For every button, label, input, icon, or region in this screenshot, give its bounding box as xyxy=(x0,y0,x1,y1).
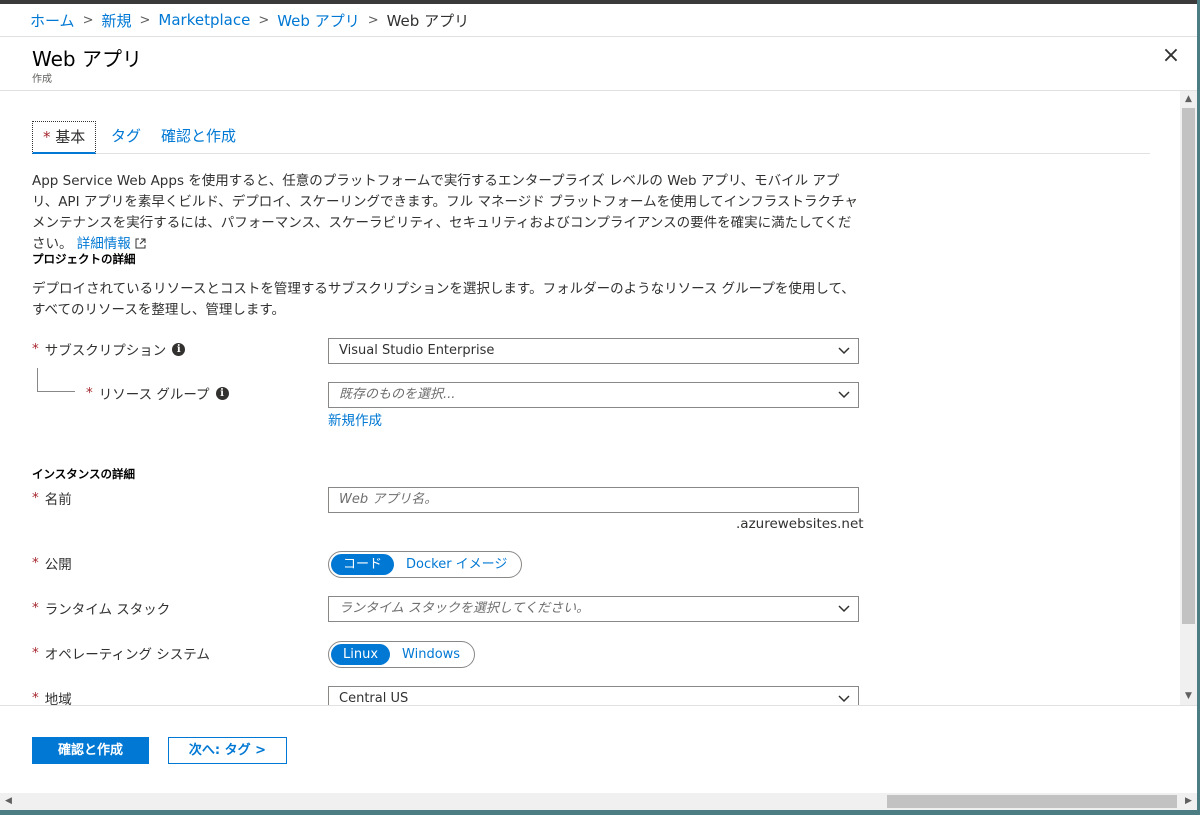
os-option-windows[interactable]: Windows xyxy=(390,644,472,665)
project-details-heading: プロジェクトの詳細 xyxy=(32,252,136,266)
web-app-name-input[interactable]: Web アプリ名。 xyxy=(328,487,859,513)
resource-group-label: * リソース グループ i xyxy=(86,383,229,403)
region-label: * 地域 xyxy=(32,690,72,705)
required-marker: * xyxy=(32,645,39,661)
intro-paragraph: App Service Web Apps を使用すると、任意のプラットフォームで… xyxy=(32,171,862,255)
intro-text: App Service Web Apps を使用すると、任意のプラットフォームで… xyxy=(32,173,858,252)
required-marker: * xyxy=(86,385,93,401)
required-marker: * xyxy=(32,690,39,705)
name-label: * 名前 xyxy=(32,490,72,508)
resource-group-dropdown[interactable]: 既存のものを選択... xyxy=(328,382,859,408)
vertical-scrollbar[interactable]: ▲ ▼ xyxy=(1180,91,1197,705)
review-create-button[interactable]: 確認と作成 xyxy=(32,737,149,764)
scroll-left-icon[interactable]: ◀ xyxy=(0,793,17,810)
publish-option-docker[interactable]: Docker イメージ xyxy=(394,554,519,575)
breadcrumb-marketplace[interactable]: Marketplace xyxy=(158,11,250,29)
tab-tags[interactable]: タグ xyxy=(111,121,141,154)
project-description: デプロイされているリソースとコストを管理するサブスクリプションを選択します。フォ… xyxy=(32,281,855,318)
scroll-down-icon[interactable]: ▼ xyxy=(1180,688,1197,705)
learn-more-link[interactable]: 詳細情報 xyxy=(77,236,146,252)
publish-label: * 公開 xyxy=(32,555,72,573)
runtime-stack-label: * ランタイム スタック xyxy=(32,600,171,618)
desktop-background-edge xyxy=(0,810,1200,815)
region-dropdown[interactable]: Central US xyxy=(328,686,859,705)
breadcrumb-current: Web アプリ xyxy=(386,11,470,30)
next-tags-button[interactable]: 次へ: タグ > xyxy=(168,737,287,764)
breadcrumb-new[interactable]: 新規 xyxy=(101,10,131,31)
breadcrumb-separator: > xyxy=(139,12,151,28)
instance-details-heading: インスタンスの詳細 xyxy=(32,467,136,481)
breadcrumb: ホーム > 新規 > Marketplace > Web アプリ > Web ア… xyxy=(0,4,1197,37)
publish-option-code[interactable]: コード xyxy=(331,554,395,575)
tab-bar: * 基本 タグ 確認と作成 xyxy=(32,121,1150,154)
subscription-value: Visual Studio Enterprise xyxy=(339,343,495,358)
chevron-down-icon xyxy=(838,687,850,703)
runtime-stack-dropdown[interactable]: ランタイム スタックを選択してください。 xyxy=(328,596,859,622)
os-option-linux[interactable]: Linux xyxy=(331,644,391,665)
breadcrumb-home[interactable]: ホーム xyxy=(30,10,75,31)
page-subtitle: 作成 xyxy=(32,74,52,85)
action-footer: 確認と作成 次へ: タグ > xyxy=(0,705,1197,793)
chevron-down-icon xyxy=(838,383,850,399)
scroll-up-icon[interactable]: ▲ xyxy=(1180,91,1197,108)
breadcrumb-web-app[interactable]: Web アプリ xyxy=(277,10,359,31)
tab-basics[interactable]: * 基本 xyxy=(32,121,97,154)
breadcrumb-separator: > xyxy=(258,12,270,28)
chevron-down-icon xyxy=(838,597,850,613)
publish-toggle: コード Docker イメージ xyxy=(328,551,523,578)
page-title: Web アプリ xyxy=(32,47,142,71)
required-marker: * xyxy=(32,341,39,357)
info-icon[interactable]: i xyxy=(172,342,186,356)
subscription-dropdown[interactable]: Visual Studio Enterprise xyxy=(328,338,859,364)
required-marker: * xyxy=(32,555,39,571)
info-icon[interactable]: i xyxy=(215,386,229,400)
scrollbar-thumb[interactable] xyxy=(1182,108,1195,624)
resource-group-placeholder: 既存のものを選択... xyxy=(339,387,456,402)
close-icon[interactable]: × xyxy=(1159,44,1183,68)
runtime-stack-placeholder: ランタイム スタックを選択してください。 xyxy=(339,601,590,616)
tree-connector xyxy=(37,391,75,392)
region-value: Central US xyxy=(339,691,409,705)
os-label: * オペレーティング システム xyxy=(32,645,210,663)
tree-connector xyxy=(37,368,38,391)
external-link-icon xyxy=(135,238,146,249)
scroll-right-icon[interactable]: ▶ xyxy=(1180,793,1197,810)
os-toggle: Linux Windows xyxy=(328,641,476,668)
scrollbar-thumb[interactable] xyxy=(887,795,1177,808)
domain-suffix: .azurewebsites.net xyxy=(736,516,864,532)
breadcrumb-separator: > xyxy=(367,12,379,28)
chevron-down-icon xyxy=(838,339,850,355)
subscription-label: * サブスクリプション i xyxy=(32,339,186,359)
horizontal-scrollbar[interactable]: ◀ ▶ xyxy=(0,793,1197,810)
tab-review-create[interactable]: 確認と作成 xyxy=(161,121,236,154)
create-new-link[interactable]: 新規作成 xyxy=(328,409,382,429)
form-content: * 基本 タグ 確認と作成 App Service Web Apps を使用する… xyxy=(0,91,1180,705)
required-marker: * xyxy=(43,128,51,146)
blade-header: Web アプリ 作成 × xyxy=(0,38,1197,90)
tab-basics-label: 基本 xyxy=(55,128,86,146)
breadcrumb-separator: > xyxy=(82,12,94,28)
required-marker: * xyxy=(32,600,39,616)
required-marker: * xyxy=(32,490,39,506)
